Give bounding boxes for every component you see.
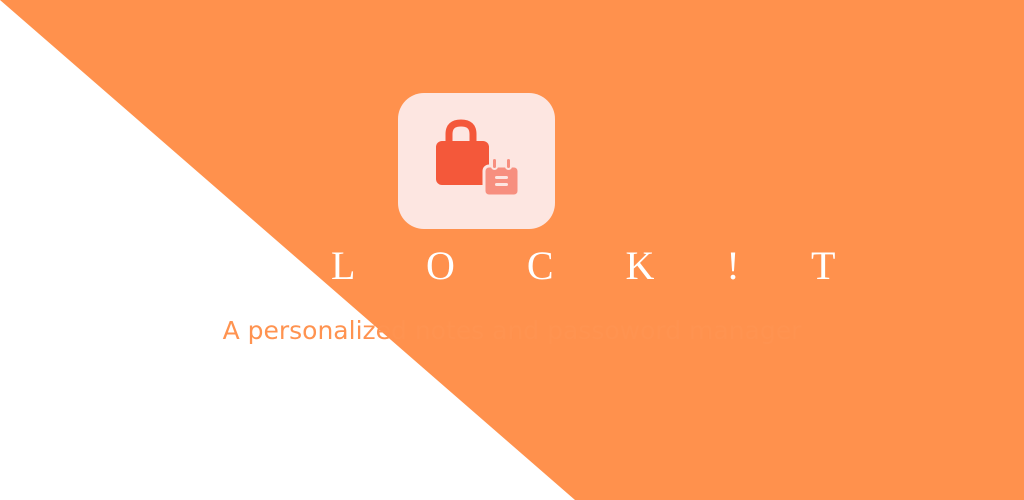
notepad-line-top bbox=[495, 176, 508, 179]
notepad-line-bottom bbox=[495, 183, 508, 186]
lock-shackle bbox=[445, 119, 477, 145]
notepad-body bbox=[482, 164, 521, 198]
lock-with-notepad-icon bbox=[436, 119, 521, 198]
notepad-ring-right bbox=[505, 157, 512, 170]
app-banner: L O C K ! T A personalized notes and pas… bbox=[0, 0, 1024, 500]
app-name: L O C K ! T bbox=[331, 243, 867, 288]
app-tagline: A personalized notes and passoword manag… bbox=[222, 316, 802, 345]
app-logo bbox=[398, 93, 555, 229]
notepad-ring-left bbox=[491, 157, 498, 170]
lock-body bbox=[436, 141, 489, 185]
